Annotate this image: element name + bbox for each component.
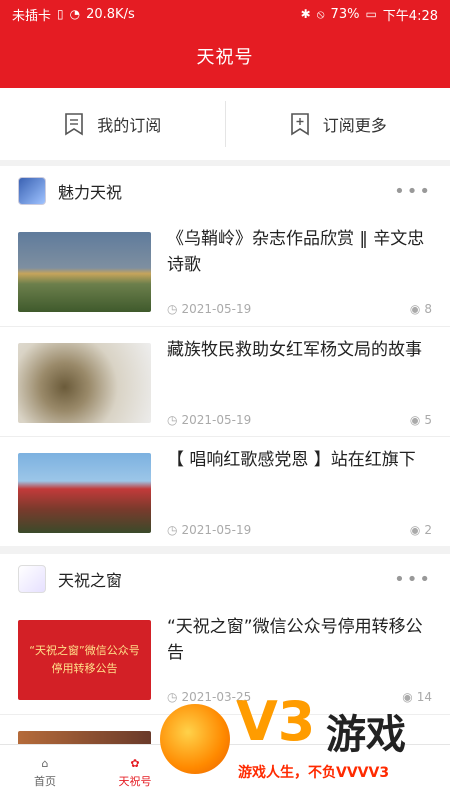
clock-icon: ◷ bbox=[167, 302, 178, 316]
battery-icon: ▭ bbox=[365, 7, 377, 21]
article-title: 【 唱响红歌感党恩 】站在红旗下 bbox=[167, 450, 416, 470]
battery-level: 73% bbox=[330, 6, 360, 22]
clock-icon: ◷ bbox=[167, 413, 178, 427]
article-thumbnail bbox=[18, 343, 151, 423]
list-item[interactable]: 【 唱响红歌感党恩 】站在红旗下 ◷ 2021-05-19 ◉ 2 bbox=[0, 436, 450, 546]
my-subscriptions-button[interactable]: 我的订阅 bbox=[0, 88, 225, 160]
article-date: 2021-05-19 bbox=[181, 413, 252, 427]
article-views: 5 bbox=[424, 413, 432, 427]
network-speed: 20.8K/s bbox=[86, 6, 135, 22]
subscribe-more-button[interactable]: 订阅更多 bbox=[226, 88, 450, 160]
page-title: 天祝号 bbox=[196, 47, 254, 68]
section-title: 魅力天祝 bbox=[58, 183, 123, 202]
clock-time: 下午4:28 bbox=[382, 8, 438, 24]
article-views: 8 bbox=[424, 302, 432, 316]
section-header[interactable]: 魅力天祝 ••• bbox=[0, 166, 450, 216]
home-icon: ⌂ bbox=[41, 756, 49, 770]
more-icon[interactable]: ••• bbox=[394, 181, 432, 202]
article-title: 藏族牧民救助女红军杨文局的故事 bbox=[167, 340, 422, 360]
article-title: “天祝之窗”微信公众号停用转移公告 bbox=[167, 617, 423, 663]
watermark-logo-icon bbox=[160, 704, 230, 774]
section-header[interactable]: 天祝之窗 ••• bbox=[0, 554, 450, 604]
article-thumbnail bbox=[18, 453, 151, 533]
article-feed[interactable]: 魅力天祝 ••• 《乌鞘岭》杂志作品欣赏 ‖ 辛文忠诗歌 ◷ 2021-05-19… bbox=[0, 166, 450, 744]
thumbnail-text: “天祝之窗”微信公众号 bbox=[29, 644, 140, 657]
nav-home-label: 首页 bbox=[34, 774, 56, 788]
article-date: 2021-05-19 bbox=[181, 523, 252, 537]
watermark-brand: V3 bbox=[236, 690, 316, 753]
section-gap bbox=[0, 546, 450, 554]
section-logo bbox=[18, 565, 46, 593]
bluetooth-icon: ✱ bbox=[300, 7, 311, 21]
article-views: 2 bbox=[424, 523, 432, 537]
more-icon[interactable]: ••• bbox=[394, 569, 432, 590]
bookmark-add-icon bbox=[290, 113, 309, 136]
status-bar: 未插卡 ▯ ◔ 20.8K/s ✱ ⦸ 73% ▭ 下午4:28 bbox=[0, 0, 450, 28]
eye-icon: ◉ bbox=[409, 523, 421, 537]
article-title: 《乌鞘岭》杂志作品欣赏 ‖ 辛文忠诗歌 bbox=[167, 229, 425, 275]
list-item[interactable]: 《乌鞘岭》杂志作品欣赏 ‖ 辛文忠诗歌 ◷ 2021-05-19 ◉ 8 bbox=[0, 216, 450, 326]
subscribe-more-label: 订阅更多 bbox=[322, 116, 387, 135]
list-item[interactable]: 藏族牧民救助女红军杨文局的故事 ◷ 2021-05-19 ◉ 5 bbox=[0, 326, 450, 436]
bookmark-list-icon bbox=[65, 113, 84, 136]
article-thumbnail: “天祝之窗”微信公众号 停用转移公告 bbox=[18, 620, 151, 700]
watermark: V3 游戏 游戏人生，不负VVVV3 bbox=[160, 690, 450, 800]
nav-home[interactable]: ⌂ 首页 bbox=[0, 745, 90, 800]
article-thumbnail bbox=[18, 232, 151, 312]
thumbnail-text: 停用转移公告 bbox=[51, 662, 118, 675]
subscription-bar: 我的订阅 订阅更多 bbox=[0, 88, 450, 160]
clock-icon: ◷ bbox=[167, 523, 178, 537]
section-logo bbox=[18, 177, 46, 205]
carrier-text: 未插卡 bbox=[12, 8, 52, 24]
article-date: 2021-05-19 bbox=[181, 302, 252, 316]
sim-icon: ▯ bbox=[57, 7, 64, 21]
my-subscriptions-label: 我的订阅 bbox=[97, 116, 162, 135]
tianzhu-icon: ✿ bbox=[130, 756, 140, 770]
watermark-slogan: 游戏人生，不负VVVV3 bbox=[238, 765, 390, 781]
eye-icon: ◉ bbox=[409, 413, 421, 427]
mute-icon: ⦸ bbox=[316, 6, 325, 21]
app-header: 未插卡 ▯ ◔ 20.8K/s ✱ ⦸ 73% ▭ 下午4:28 天祝号 bbox=[0, 0, 450, 88]
section-title: 天祝之窗 bbox=[58, 571, 123, 590]
watermark-game: 游戏 bbox=[326, 712, 406, 758]
article-thumbnail bbox=[18, 731, 151, 744]
wifi-icon: ◔ bbox=[69, 7, 81, 21]
eye-icon: ◉ bbox=[409, 302, 421, 316]
nav-tianzhu-label: 天祝号 bbox=[118, 774, 152, 788]
